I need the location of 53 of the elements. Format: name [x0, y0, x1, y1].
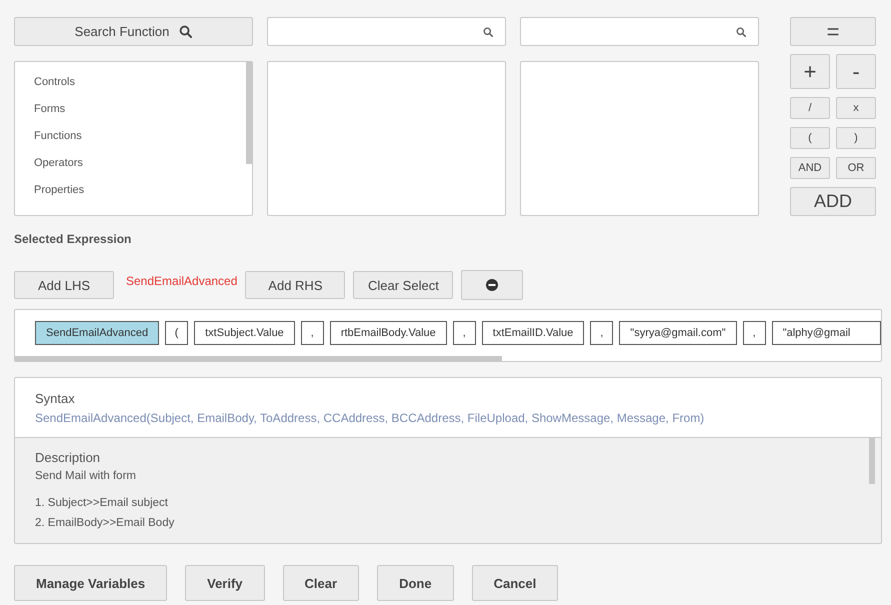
- expression-token[interactable]: ,: [590, 321, 614, 345]
- expression-token[interactable]: "syrya@gmail.com": [619, 321, 737, 345]
- footer-button[interactable]: Manage Variables: [14, 565, 168, 601]
- search-icon: [179, 25, 192, 38]
- description-title: Description: [35, 450, 100, 465]
- category-item[interactable]: Functions: [34, 123, 82, 150]
- footer-button[interactable]: Verify: [185, 565, 265, 601]
- search-function-button[interactable]: Search Function: [14, 17, 253, 46]
- parameter-text: 2. EmailBody>>Email Body: [35, 516, 174, 531]
- scrollbar-thumb[interactable]: [246, 62, 252, 164]
- syntax-text: SendEmailAdvanced(Subject, EmailBody, ToAddress, CCAddress, BCCAddress, FileUpload, ShowMessage, Message, From): [35, 411, 704, 425]
- footer-button[interactable]: Cancel: [472, 565, 558, 601]
- equals-button[interactable]: =: [790, 17, 876, 46]
- expression-token[interactable]: ,: [300, 321, 324, 345]
- minus-circle-icon: [486, 279, 498, 291]
- operator-button[interactable]: (: [790, 127, 830, 149]
- add-lhs-button[interactable]: Add LHS: [14, 271, 114, 299]
- syntax-title: Syntax: [35, 391, 75, 406]
- operator-button[interactable]: -: [836, 54, 876, 89]
- expression-token[interactable]: ,: [452, 321, 476, 345]
- add-rhs-button[interactable]: Add RHS: [245, 271, 346, 299]
- category-item[interactable]: Properties: [34, 177, 84, 204]
- current-function-label: SendEmailAdvanced: [126, 274, 238, 288]
- expression-token[interactable]: ,: [742, 321, 766, 345]
- operator-button[interactable]: /: [790, 97, 830, 119]
- scrollbar-thumb[interactable]: [869, 438, 875, 484]
- search-field[interactable]: [267, 17, 506, 46]
- operator-button[interactable]: x: [836, 97, 876, 119]
- operator-button[interactable]: AND: [790, 157, 830, 179]
- category-item[interactable]: Operators: [34, 150, 83, 177]
- expression-token[interactable]: "alphy@gmail: [772, 321, 881, 345]
- remove-button[interactable]: [461, 270, 524, 300]
- expression-token[interactable]: txtEmailID.Value: [482, 321, 584, 345]
- search-field[interactable]: [520, 17, 759, 46]
- parameter-text: 1. Subject>>Email subject: [35, 496, 168, 511]
- description-text: Send Mail with form: [35, 470, 136, 482]
- search-icon: [483, 26, 493, 36]
- search-icon: [736, 26, 746, 36]
- clear-select-button[interactable]: Clear Select: [353, 271, 454, 299]
- operator-button[interactable]: ): [836, 127, 876, 149]
- footer-button[interactable]: Clear: [282, 565, 360, 601]
- expression-token[interactable]: rtbEmailBody.Value: [330, 321, 447, 345]
- scrollbar-thumb[interactable]: [15, 356, 502, 361]
- expression-token[interactable]: (: [165, 321, 188, 345]
- expression-token[interactable]: SendEmailAdvanced: [35, 321, 160, 345]
- operator-button[interactable]: OR: [836, 157, 876, 179]
- operator-button[interactable]: +: [790, 54, 830, 89]
- add-button[interactable]: ADD: [790, 187, 876, 216]
- expression-token[interactable]: txtSubject.Value: [194, 321, 295, 345]
- category-item[interactable]: Forms: [34, 96, 66, 123]
- section-title: Selected Expression: [14, 232, 132, 246]
- footer-button[interactable]: Done: [377, 565, 454, 601]
- category-item[interactable]: Controls: [34, 69, 75, 96]
